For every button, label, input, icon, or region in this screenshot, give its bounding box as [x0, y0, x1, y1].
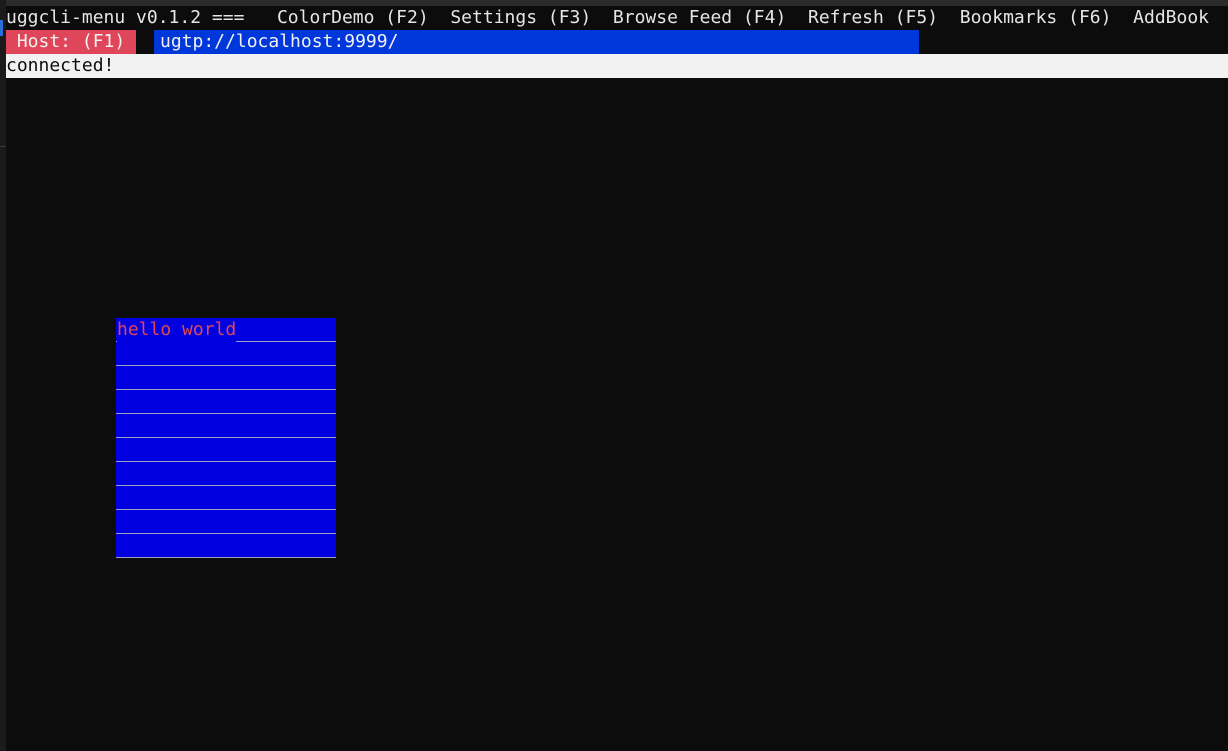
host-url-input[interactable]: ugtp://localhost:9999/ [154, 30, 919, 54]
menu-item-colordemo[interactable]: ColorDemo (F2) [277, 7, 429, 28]
status-bar: connected! [6, 54, 1228, 78]
textbox-line [116, 534, 336, 558]
menu-item-settings[interactable]: Settings (F3) [450, 7, 591, 28]
menu-item-addbookmark[interactable]: AddBook [1133, 7, 1209, 28]
menu-item-bookmarks[interactable]: Bookmarks (F6) [960, 7, 1112, 28]
textbox-content: hello world [117, 318, 237, 342]
gutter-accent [0, 20, 3, 36]
app-title: uggcli-menu v0.1.2 === [6, 7, 245, 28]
textbox-line [116, 486, 336, 510]
textbox-line [116, 438, 336, 462]
gutter-divider [0, 146, 6, 147]
host-label-button[interactable]: Host: (F1) [6, 30, 137, 54]
textbox-line [116, 366, 336, 390]
menu-item-refresh[interactable]: Refresh (F5) [808, 7, 938, 28]
host-row: Host: (F1) ugtp://localhost:9999/ [6, 30, 1228, 54]
textbox-line [116, 390, 336, 414]
multiline-textbox[interactable]: hello world [116, 318, 336, 558]
textbox-line [116, 510, 336, 534]
textbox-line [116, 414, 336, 438]
textbox-line [116, 462, 336, 486]
left-gutter [0, 0, 6, 751]
textbox-line [116, 342, 336, 366]
menu-item-browse-feed[interactable]: Browse Feed (F4) [613, 7, 786, 28]
menu-bar: uggcli-menu v0.1.2 === ColorDemo (F2) Se… [6, 6, 1228, 30]
